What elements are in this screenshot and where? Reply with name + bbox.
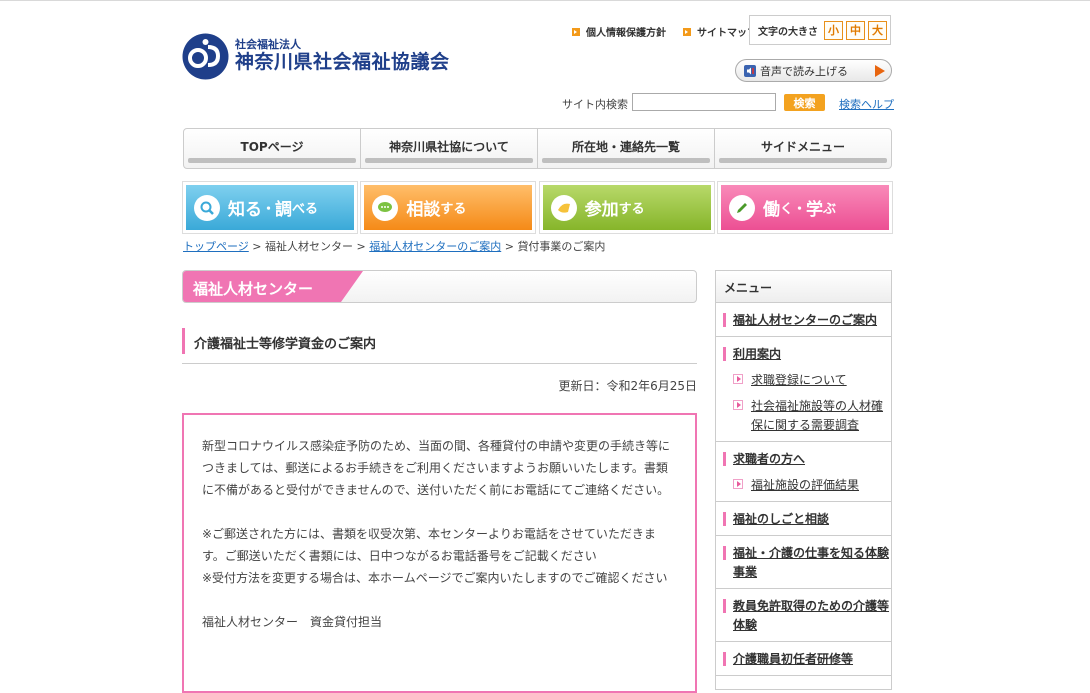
side-sublink-evaluation-results[interactable]: 福祉施設の評価結果 bbox=[716, 476, 891, 495]
org-name: 神奈川県社会福祉協議会 bbox=[235, 51, 450, 73]
side-link-usage[interactable]: 利用案内 bbox=[716, 345, 891, 364]
notice-paragraph-3: ※受付方法を変更する場合は、本ホームページでご案内いたしますのでご確認ください bbox=[202, 571, 668, 585]
side-link-job-seekers[interactable]: 求職者の方へ bbox=[716, 450, 891, 469]
section-title: 福祉人材センター bbox=[193, 280, 314, 298]
speaker-icon bbox=[744, 64, 756, 77]
side-link-center-info[interactable]: 福祉人材センターのご案内 bbox=[716, 311, 891, 330]
pencil-icon bbox=[728, 194, 755, 221]
read-aloud-label: 音声で読み上げる bbox=[760, 64, 848, 78]
category-buttons: 知る・調べる 相談 する 参加 する 働く・学ぶ bbox=[182, 181, 893, 234]
category-work-study-button[interactable]: 働く・学ぶ bbox=[716, 181, 893, 234]
hand-icon bbox=[550, 194, 577, 221]
side-link-experience-program[interactable]: 福祉・介護の仕事を知る体験事業 bbox=[716, 544, 891, 582]
notice-box: 新型コロナウイルス感染症予防のため、当面の間、各種貸付の申請や変更の手続き等につ… bbox=[182, 413, 697, 693]
side-section: 利用案内 求職登録について 社会福祉施設等の人材確保に関する需要調査 bbox=[716, 337, 891, 442]
arrow-square-icon bbox=[683, 27, 691, 36]
speech-bubble-icon bbox=[372, 194, 399, 221]
top-rule bbox=[0, 0, 1090, 1]
side-menu-title: メニュー bbox=[716, 271, 891, 303]
side-section: 福祉人材センターのご案内 bbox=[716, 303, 891, 337]
page-title-block: 介護福祉士等修学資金のご案内 bbox=[182, 328, 697, 364]
site-logo[interactable]: 社会福祉法人 神奈川県社会福祉協議会 bbox=[182, 32, 450, 80]
category-consult-button[interactable]: 相談 する bbox=[360, 181, 537, 234]
side-menu: メニュー 福祉人材センターのご案内 利用案内 求職登録について 社会福祉施設等の… bbox=[715, 270, 892, 690]
category-participate-button[interactable]: 参加 する bbox=[538, 181, 715, 234]
notice-paragraph-2: ※ご郵送された方には、書類を収受次第、本センターよりお電話をさせていただきます。… bbox=[202, 527, 656, 563]
side-section: 教員免許取得のための介護等体験 bbox=[716, 589, 891, 642]
side-sublink-demand-survey[interactable]: 社会福祉施設等の人材確保に関する需要調査 bbox=[716, 397, 891, 435]
search-help-link[interactable]: 検索ヘルプ bbox=[839, 96, 894, 112]
sitemap-link[interactable]: サイトマップ bbox=[683, 24, 757, 39]
updated-date: 更新日：令和2年6月25日 bbox=[558, 379, 697, 393]
font-size-large-button[interactable]: 大 bbox=[868, 20, 887, 40]
section-header: 福祉人材センター bbox=[182, 270, 697, 303]
font-size-control: 文字の大きさ 小 中 大 bbox=[749, 15, 891, 45]
side-section: 求職者の方へ 福祉施設の評価結果 bbox=[716, 442, 891, 502]
notice-paragraph-1: 新型コロナウイルス感染症予防のため、当面の間、各種貸付の申請や変更の手続き等につ… bbox=[202, 439, 671, 497]
side-sublink-job-registration[interactable]: 求職登録について bbox=[716, 371, 891, 390]
breadcrumb-level1: 福祉人材センター bbox=[265, 240, 353, 253]
category-learn-button[interactable]: 知る・調べる bbox=[182, 181, 358, 234]
side-link-teacher-care-experience[interactable]: 教員免許取得のための介護等体験 bbox=[716, 597, 891, 635]
breadcrumb-current: 貸付事業のご案内 bbox=[517, 240, 606, 253]
breadcrumb-home-link[interactable]: トップページ bbox=[183, 240, 249, 253]
search-label: サイト内検索 bbox=[562, 98, 628, 111]
org-type: 社会福祉法人 bbox=[235, 38, 301, 51]
nav-about[interactable]: 神奈川県社協について bbox=[361, 129, 538, 168]
play-icon bbox=[875, 65, 885, 77]
logo-emblem-icon bbox=[182, 33, 229, 79]
side-section: 介護職員初任者研修等 bbox=[716, 642, 891, 676]
font-size-small-button[interactable]: 小 bbox=[824, 20, 843, 40]
side-section: 福祉・介護の仕事を知る体験事業 bbox=[716, 536, 891, 589]
breadcrumb: トップページ > 福祉人材センター > 福祉人材センターのご案内 > 貸付事業の… bbox=[183, 240, 606, 253]
notice-contact: 福祉人材センター 資金貸付担当 bbox=[202, 615, 383, 629]
search-input[interactable] bbox=[632, 93, 776, 111]
read-aloud-button[interactable]: 音声で読み上げる bbox=[735, 59, 892, 82]
font-size-label: 文字の大きさ bbox=[758, 26, 818, 38]
side-section: 福祉のしごと相談 bbox=[716, 502, 891, 536]
nav-locations[interactable]: 所在地・連絡先一覧 bbox=[538, 129, 715, 168]
privacy-policy-link[interactable]: 個人情報保護方針 bbox=[572, 24, 666, 39]
page-title: 介護福祉士等修学資金のご案内 bbox=[194, 337, 377, 352]
nav-side-menu[interactable]: サイドメニュー bbox=[715, 129, 891, 168]
side-link-job-consultation[interactable]: 福祉のしごと相談 bbox=[716, 510, 891, 529]
side-link-care-training[interactable]: 介護職員初任者研修等 bbox=[716, 650, 891, 669]
breadcrumb-level2-link[interactable]: 福祉人材センターのご案内 bbox=[369, 240, 501, 253]
arrow-square-icon bbox=[572, 27, 580, 36]
magnifier-icon bbox=[194, 194, 220, 221]
global-nav: TOPページ 神奈川県社協について 所在地・連絡先一覧 サイドメニュー bbox=[183, 128, 892, 169]
font-size-medium-button[interactable]: 中 bbox=[846, 20, 865, 40]
search-button[interactable]: 検索 bbox=[784, 94, 825, 111]
nav-top[interactable]: TOPページ bbox=[184, 129, 361, 168]
